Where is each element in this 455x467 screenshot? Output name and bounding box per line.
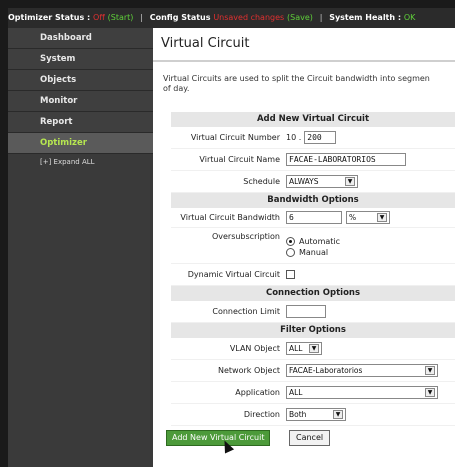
manual-label: Manual <box>299 247 329 257</box>
sidebar-item-report[interactable]: Report <box>8 112 153 133</box>
row-bandwidth: Virtual Circuit Bandwidth 6 % ▼ <box>171 208 455 228</box>
automatic-label: Automatic <box>299 236 341 246</box>
schedule-value: ALWAYS <box>289 177 319 186</box>
row-network: Network Object FACAE-Laboratorios ▼ <box>171 360 455 382</box>
section-bandwidth: Bandwidth Options <box>171 193 455 208</box>
title-divider <box>153 60 455 62</box>
network-label: Network Object <box>218 366 280 375</box>
direction-label: Direction <box>243 410 280 419</box>
network-value: FACAE-Laboratorios <box>289 366 363 375</box>
cancel-button[interactable]: Cancel <box>289 430 331 446</box>
sidebar: Dashboard System Objects Monitor Report … <box>8 28 153 467</box>
row-application: Application ALL ▼ <box>171 382 455 404</box>
intro-text: Virtual Circuits are used to split the C… <box>163 74 455 94</box>
system-health-value: OK <box>403 13 416 22</box>
row-vc-number: Virtual Circuit Number 10 . 200 <box>171 127 455 149</box>
row-schedule: Schedule ALWAYS ▼ <box>171 171 455 193</box>
section-add-new: Add New Virtual Circuit <box>171 112 455 127</box>
row-conn-limit: Connection Limit <box>171 301 455 323</box>
section-connection: Connection Options <box>171 286 455 301</box>
config-status-value: Unsaved changes <box>213 13 285 22</box>
config-save-link[interactable]: (Save) <box>287 13 313 22</box>
oversubscription-automatic-option[interactable]: Automatic <box>286 236 341 246</box>
divider: | <box>319 13 323 22</box>
sidebar-item-monitor[interactable]: Monitor <box>8 91 153 112</box>
optimizer-status-value: Off <box>93 13 105 22</box>
chevron-down-icon: ▼ <box>425 366 435 375</box>
schedule-select[interactable]: ALWAYS ▼ <box>286 175 358 188</box>
chevron-down-icon: ▼ <box>333 410 343 419</box>
virtual-circuit-form: Add New Virtual Circuit Virtual Circuit … <box>171 112 455 426</box>
radio-manual[interactable] <box>286 247 295 257</box>
add-virtual-circuit-button[interactable]: Add New Virtual Circuit <box>166 430 271 446</box>
oversubscription-manual-option[interactable]: Manual <box>286 247 329 257</box>
row-vlan: VLAN Object ALL ▼ <box>171 338 455 360</box>
system-health-label: System Health : <box>329 13 402 22</box>
dynamic-label: Dynamic Virtual Circuit <box>187 270 280 279</box>
vc-name-label: Virtual Circuit Name <box>199 155 280 164</box>
vc-name-input[interactable]: FACAE-LABORATORIOS <box>286 153 406 166</box>
sidebar-item-dashboard[interactable]: Dashboard <box>8 28 153 49</box>
intro-line-2: of day. <box>163 84 190 93</box>
schedule-label: Schedule <box>243 177 280 186</box>
intro-line-1: Virtual Circuits are used to split the C… <box>163 74 430 83</box>
chevron-down-icon: ▼ <box>345 177 355 186</box>
direction-value: Both <box>289 410 307 419</box>
expand-all-link[interactable]: [+] Expand ALL <box>8 154 153 166</box>
page-title: Virtual Circuit <box>161 36 250 51</box>
radio-automatic[interactable] <box>286 236 295 246</box>
application-select[interactable]: ALL ▼ <box>286 386 438 399</box>
sidebar-item-optimizer[interactable]: Optimizer <box>8 133 153 154</box>
vc-number-input[interactable]: 200 <box>304 131 337 144</box>
vc-number-label: Virtual Circuit Number <box>190 133 280 142</box>
network-select[interactable]: FACAE-Laboratorios ▼ <box>286 364 438 377</box>
chevron-down-icon: ▼ <box>425 388 435 397</box>
chevron-down-icon: ▼ <box>377 213 387 222</box>
dynamic-checkbox[interactable] <box>286 270 295 279</box>
oversubscription-label: Oversubscription <box>211 232 280 241</box>
application-label: Application <box>235 388 280 397</box>
row-oversubscription: Oversubscription Automatic Manual <box>171 228 455 264</box>
bandwidth-unit-select[interactable]: % ▼ <box>346 211 390 224</box>
bandwidth-label: Virtual Circuit Bandwidth <box>180 213 280 222</box>
row-vc-name: Virtual Circuit Name FACAE-LABORATORIOS <box>171 149 455 171</box>
bandwidth-unit-value: % <box>349 213 357 222</box>
vlan-select[interactable]: ALL ▼ <box>286 342 322 355</box>
optimizer-start-link[interactable]: (Start) <box>108 13 134 22</box>
conn-limit-input[interactable] <box>286 305 326 318</box>
divider: | <box>140 13 143 22</box>
config-status-label: Config Status <box>149 13 211 22</box>
vlan-label: VLAN Object <box>229 344 280 353</box>
optimizer-status-label: Optimizer Status : <box>8 13 91 22</box>
row-direction: Direction Both ▼ <box>171 404 455 426</box>
sidebar-item-objects[interactable]: Objects <box>8 70 153 91</box>
bandwidth-input[interactable]: 6 <box>286 211 342 224</box>
status-bar: Optimizer Status : Off (Start) | Config … <box>8 8 455 28</box>
row-dynamic: Dynamic Virtual Circuit <box>171 264 455 286</box>
vlan-value: ALL <box>289 344 303 353</box>
section-filter: Filter Options <box>171 323 455 338</box>
app-window: Optimizer Status : Off (Start) | Config … <box>8 8 455 467</box>
chevron-down-icon: ▼ <box>309 344 319 353</box>
vc-number-prefix: 10 . <box>286 133 302 142</box>
direction-select[interactable]: Both ▼ <box>286 408 346 421</box>
conn-limit-label: Connection Limit <box>212 307 280 316</box>
application-value: ALL <box>289 388 303 397</box>
sidebar-item-system[interactable]: System <box>8 49 153 70</box>
